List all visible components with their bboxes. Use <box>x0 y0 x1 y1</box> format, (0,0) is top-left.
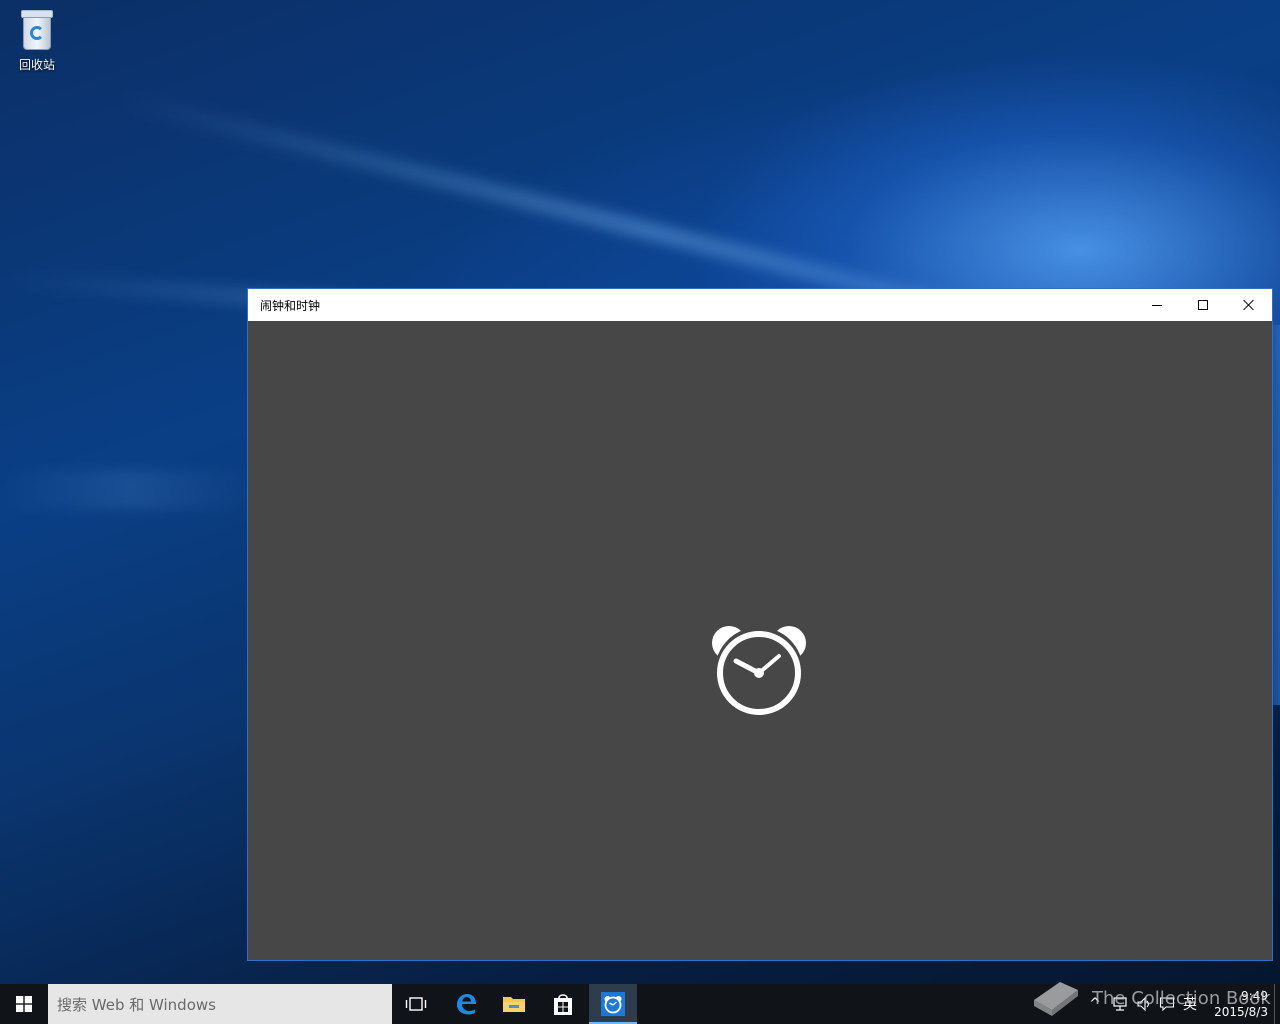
book-icon <box>1034 982 1078 1016</box>
title-bar[interactable]: 闹钟和时钟 <box>248 289 1272 321</box>
background-window-edge <box>1273 325 1280 705</box>
desktop-icon-label: 回收站 <box>18 58 55 72</box>
search-box[interactable]: 搜索 Web 和 Windows <box>48 984 392 1024</box>
minimize-icon <box>1152 304 1162 306</box>
close-button[interactable] <box>1226 289 1272 321</box>
store-icon <box>554 994 572 1015</box>
windows-logo-icon <box>16 996 32 1012</box>
watermark-text: The Collection Book <box>1092 988 1271 1009</box>
file-explorer-button[interactable] <box>490 984 538 1024</box>
alarms-clock-taskbar-button[interactable] <box>589 984 637 1024</box>
maximize-icon <box>1198 300 1208 310</box>
store-button[interactable] <box>539 984 587 1024</box>
minimize-button[interactable] <box>1134 289 1180 321</box>
watermark: The Collection Book <box>1030 972 1271 1022</box>
edge-icon <box>457 994 476 1015</box>
alarm-clock-icon <box>712 626 806 715</box>
search-placeholder: 搜索 Web 和 Windows <box>57 995 216 1014</box>
recycle-bin-icon <box>19 8 55 52</box>
desktop-icon-recycle-bin[interactable]: 回收站 <box>12 8 62 73</box>
task-view-icon <box>405 997 427 1011</box>
start-button[interactable] <box>0 984 48 1024</box>
wallpaper-light-beam <box>0 470 260 510</box>
maximize-button[interactable] <box>1180 289 1226 321</box>
file-explorer-icon <box>503 997 525 1012</box>
task-view-button[interactable] <box>392 984 440 1024</box>
show-desktop-button[interactable] <box>1274 984 1280 1024</box>
app-window: 闹钟和时钟 <box>247 288 1273 961</box>
close-icon <box>1243 299 1255 311</box>
alarms-clock-icon <box>601 992 625 1016</box>
splash-screen <box>248 321 1272 960</box>
edge-button[interactable] <box>442 984 490 1024</box>
window-title: 闹钟和时钟 <box>260 299 321 313</box>
